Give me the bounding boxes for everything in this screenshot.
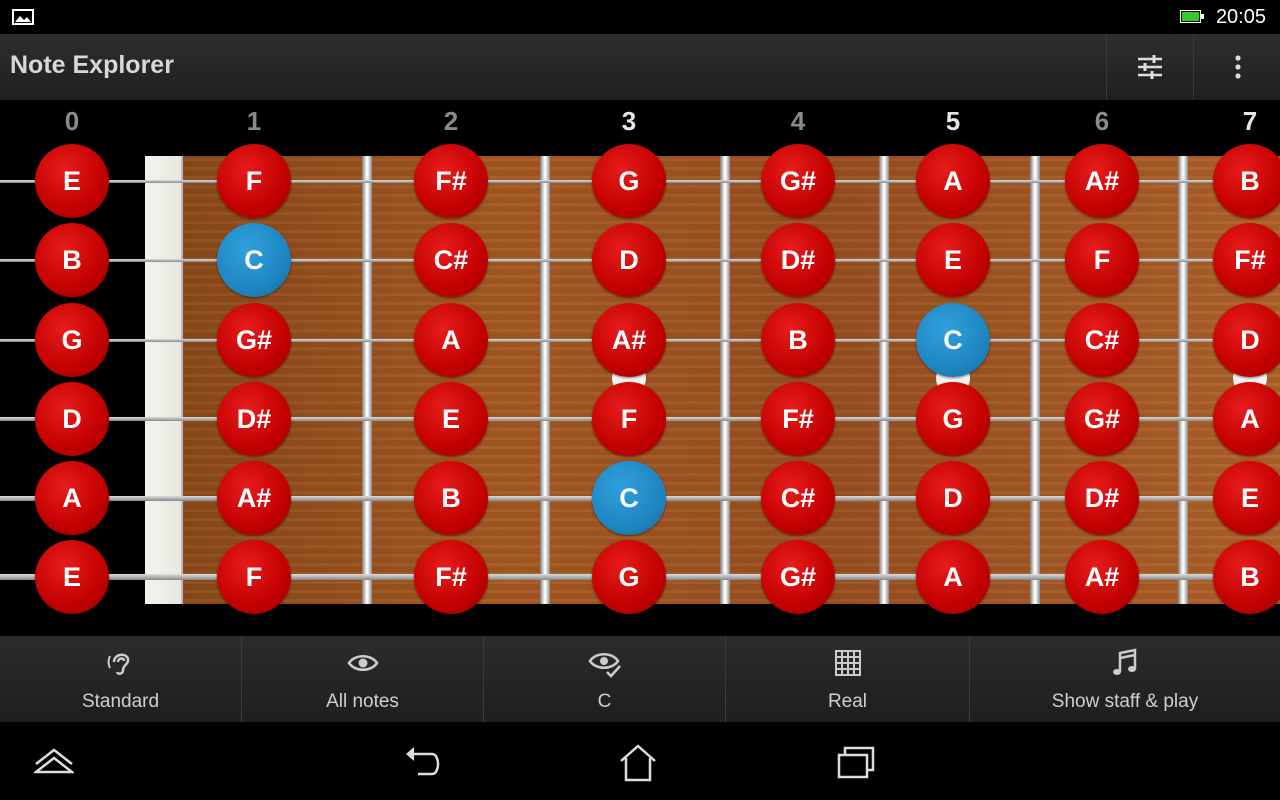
note-marker[interactable]: G# <box>761 144 835 218</box>
note-marker[interactable]: A <box>916 144 990 218</box>
fret-number: 3 <box>621 106 637 136</box>
fret-wire <box>720 156 730 604</box>
note-marker[interactable]: F <box>217 540 291 614</box>
system-nav-bar <box>0 722 1280 800</box>
tab-show-staff[interactable]: Show staff & play <box>970 636 1280 722</box>
note-marker[interactable]: E <box>916 223 990 297</box>
fret-number: 1 <box>246 106 262 136</box>
tab-show-staff-label: Show staff & play <box>1051 691 1199 712</box>
note-marker[interactable]: C# <box>1065 303 1139 377</box>
note-marker[interactable]: G <box>592 144 666 218</box>
note-marker[interactable]: A# <box>1065 144 1139 218</box>
battery-icon <box>1180 10 1204 23</box>
tab-highlight-note[interactable]: C <box>484 636 726 722</box>
fret-wire <box>1030 156 1040 604</box>
eye-check-icon <box>587 653 621 678</box>
music-note-icon <box>1113 648 1137 675</box>
status-clock: 20:05 <box>1215 6 1266 28</box>
note-marker[interactable]: D <box>35 382 109 456</box>
status-bar: 20:05 <box>0 0 1280 34</box>
image-icon <box>12 9 34 25</box>
fret-number: 6 <box>1094 106 1110 136</box>
up-icon[interactable] <box>34 742 74 782</box>
note-marker[interactable]: A# <box>1065 540 1139 614</box>
note-marker[interactable]: E <box>35 144 109 218</box>
settings-sliders-icon <box>1138 55 1162 79</box>
tab-view-mode[interactable]: Real <box>726 636 970 722</box>
ear-icon <box>107 653 129 675</box>
note-marker[interactable]: C <box>217 223 291 297</box>
note-marker[interactable]: C <box>592 461 666 535</box>
note-marker[interactable]: B <box>1213 144 1280 218</box>
note-marker[interactable]: C <box>916 303 990 377</box>
note-marker[interactable]: D# <box>217 382 291 456</box>
settings-button[interactable] <box>1106 34 1193 100</box>
note-marker[interactable]: A <box>35 461 109 535</box>
note-marker[interactable]: D <box>592 223 666 297</box>
grid-icon <box>834 650 861 676</box>
fret-number: 4 <box>790 106 806 136</box>
note-marker[interactable]: G <box>592 540 666 614</box>
fret-number: 7 <box>1242 106 1258 136</box>
fretboard[interactable]: 0 1 2 3 4 5 6 7 E F F# G G# A A# B B C C# D D# E F F# G G# A A# B C C#… <box>0 100 1280 636</box>
note-marker[interactable]: D <box>916 461 990 535</box>
note-marker[interactable]: C# <box>414 223 488 297</box>
back-icon[interactable] <box>402 742 444 782</box>
fret-number: 2 <box>443 106 459 136</box>
note-marker[interactable]: F# <box>414 540 488 614</box>
bottom-tab-bar: Standard All notes C Real Show staff & p… <box>0 636 1280 722</box>
overflow-menu-button[interactable] <box>1193 34 1280 100</box>
note-marker[interactable]: A# <box>217 461 291 535</box>
note-marker[interactable]: D# <box>761 223 835 297</box>
note-marker[interactable]: B <box>414 461 488 535</box>
fret-wire <box>362 156 372 604</box>
note-marker[interactable]: C# <box>761 461 835 535</box>
note-marker[interactable]: G <box>916 382 990 456</box>
home-icon[interactable] <box>618 742 658 782</box>
action-bar: Note Explorer <box>0 34 1280 101</box>
tab-view-mode-label: Real <box>827 691 868 712</box>
note-marker[interactable]: A <box>916 540 990 614</box>
fretboard-wood <box>181 156 1280 604</box>
note-marker[interactable]: D# <box>1065 461 1139 535</box>
note-marker[interactable]: F <box>1065 223 1139 297</box>
fret-wire <box>879 156 889 604</box>
eye-icon <box>346 655 379 671</box>
note-marker[interactable]: A <box>414 303 488 377</box>
note-marker[interactable]: F <box>592 382 666 456</box>
app-title: Note Explorer <box>10 51 174 79</box>
note-marker[interactable]: A <box>1213 382 1280 456</box>
note-marker[interactable]: F# <box>414 144 488 218</box>
recent-apps-icon[interactable] <box>836 742 876 782</box>
note-marker[interactable]: D <box>1213 303 1280 377</box>
note-marker[interactable]: B <box>1213 540 1280 614</box>
note-marker[interactable]: G# <box>217 303 291 377</box>
note-marker[interactable]: G# <box>761 540 835 614</box>
fret-wire <box>540 156 550 604</box>
note-marker[interactable]: E <box>35 540 109 614</box>
overflow-menu-icon <box>1234 55 1241 79</box>
fret-number: 5 <box>945 106 961 136</box>
fret-number: 0 <box>64 106 80 136</box>
fret-wire <box>1178 156 1188 604</box>
tab-display-label: All notes <box>326 691 399 712</box>
note-marker[interactable]: F <box>217 144 291 218</box>
tab-highlight-note-label: C <box>597 691 612 712</box>
note-marker[interactable]: B <box>35 223 109 297</box>
tab-display[interactable]: All notes <box>242 636 484 722</box>
note-marker[interactable]: E <box>1213 461 1280 535</box>
nut <box>145 156 183 604</box>
note-marker[interactable]: F# <box>1213 223 1280 297</box>
tab-tuning-label: Standard <box>81 691 160 712</box>
note-marker[interactable]: G# <box>1065 382 1139 456</box>
note-marker[interactable]: E <box>414 382 488 456</box>
note-marker[interactable]: G <box>35 303 109 377</box>
tab-tuning[interactable]: Standard <box>0 636 242 722</box>
note-marker[interactable]: B <box>761 303 835 377</box>
note-marker[interactable]: F# <box>761 382 835 456</box>
note-marker[interactable]: A# <box>592 303 666 377</box>
